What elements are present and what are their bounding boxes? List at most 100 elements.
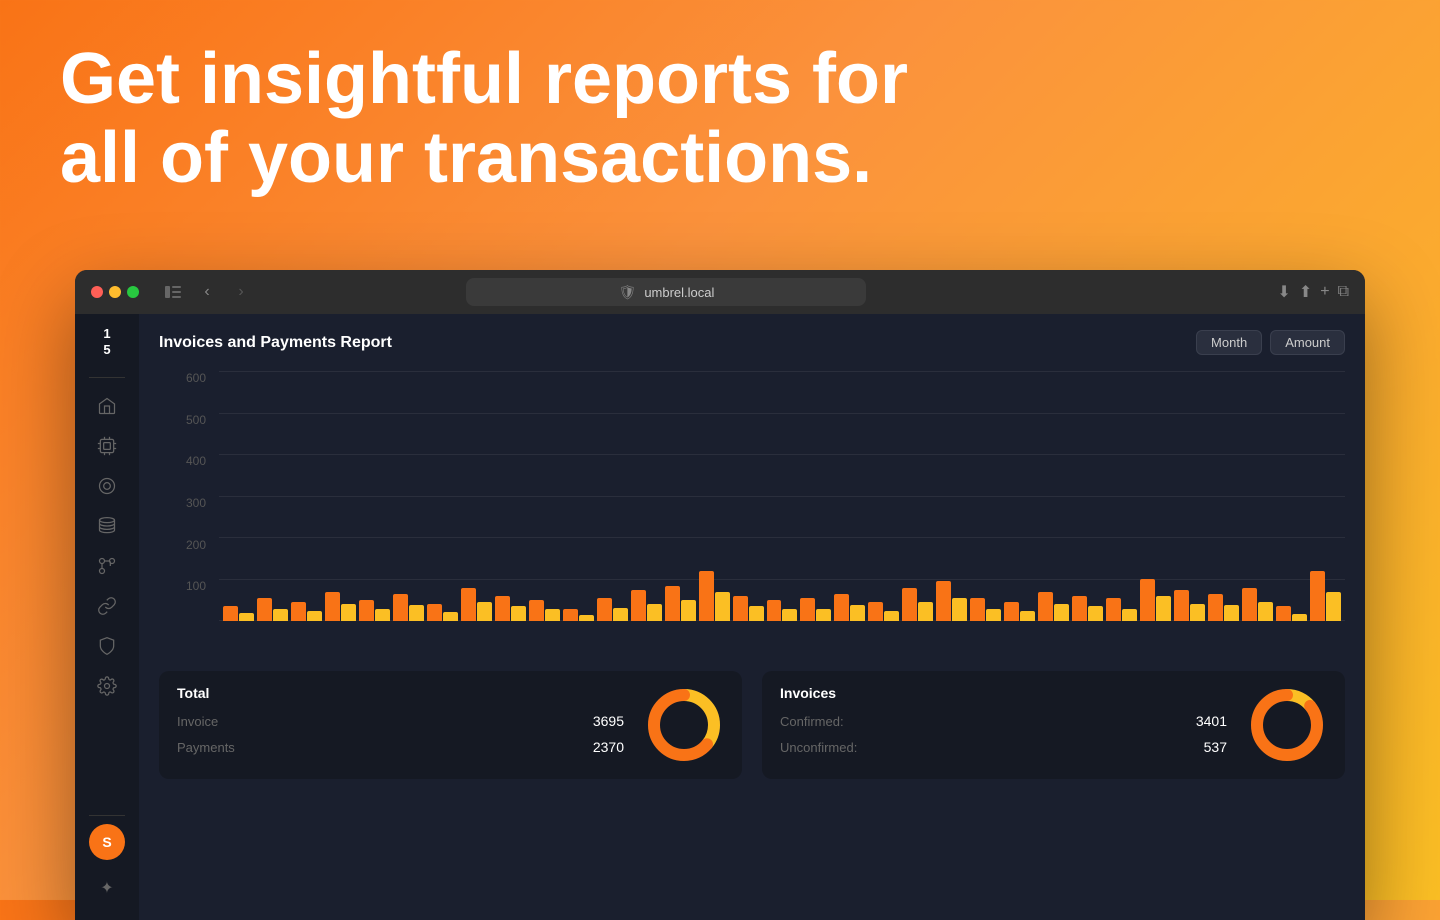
unconfirmed-value: 537 bbox=[1204, 739, 1227, 755]
bar-yellow bbox=[1326, 592, 1341, 621]
sidebar-item-git[interactable] bbox=[89, 548, 125, 584]
chart-area: 600 500 400 300 200 100 bbox=[159, 371, 1345, 651]
sidebar-avatar[interactable]: S bbox=[89, 824, 125, 860]
bar-yellow bbox=[273, 609, 288, 622]
bar-orange bbox=[1242, 588, 1257, 621]
bar-group bbox=[1276, 371, 1307, 621]
bar-group bbox=[699, 371, 730, 621]
bar-yellow bbox=[681, 600, 696, 621]
invoices-rows: Invoices Confirmed: 3401 Unconfirmed: 53… bbox=[780, 685, 1227, 765]
bar-yellow bbox=[1156, 596, 1171, 621]
share-icon[interactable]: ⬆ bbox=[1299, 282, 1312, 302]
bar-group bbox=[495, 371, 526, 621]
address-bar[interactable]: 🛡 umbrel.local bbox=[466, 278, 866, 306]
bar-yellow bbox=[477, 602, 492, 621]
invoices-panel: Invoices Confirmed: 3401 Unconfirmed: 53… bbox=[762, 671, 1345, 779]
bar-group bbox=[767, 371, 798, 621]
bar-orange bbox=[1310, 571, 1325, 621]
close-button[interactable] bbox=[91, 286, 103, 298]
bar-yellow bbox=[443, 612, 458, 621]
bar-yellow bbox=[952, 598, 967, 621]
bar-group bbox=[834, 371, 865, 621]
sidebar-star-icon[interactable]: ✦ bbox=[89, 870, 125, 906]
url-text: umbrel.local bbox=[644, 285, 714, 300]
sidebar-item-link[interactable] bbox=[89, 588, 125, 624]
maximize-button[interactable] bbox=[127, 286, 139, 298]
bar-orange bbox=[936, 581, 951, 621]
minimize-button[interactable] bbox=[109, 286, 121, 298]
bar-yellow bbox=[511, 606, 526, 621]
sidebar-divider-bottom bbox=[89, 815, 125, 816]
bar-yellow bbox=[613, 608, 628, 621]
bar-group bbox=[1208, 371, 1239, 621]
bar-yellow bbox=[1258, 602, 1273, 621]
confirmed-row: Confirmed: 3401 bbox=[780, 713, 1227, 729]
bar-group bbox=[733, 371, 764, 621]
bar-orange bbox=[223, 606, 238, 621]
y-label-100: 100 bbox=[159, 579, 214, 593]
confirmed-label: Confirmed: bbox=[780, 714, 844, 729]
browser-chrome: ‹ › 🛡 umbrel.local ⬇ ⬆ + ⧉ bbox=[75, 270, 1365, 314]
sidebar-item-home[interactable] bbox=[89, 388, 125, 424]
browser-actions: ⬇ ⬆ + ⧉ bbox=[1277, 282, 1349, 302]
sidebar-item-database[interactable] bbox=[89, 508, 125, 544]
hero-section: Get insightful reports for all of your t… bbox=[60, 40, 1380, 198]
sidebar-item-circle[interactable] bbox=[89, 468, 125, 504]
forward-button[interactable]: › bbox=[227, 278, 255, 306]
back-button[interactable]: ‹ bbox=[193, 278, 221, 306]
y-label-200: 200 bbox=[159, 538, 214, 552]
bar-group bbox=[291, 371, 322, 621]
sidebar: 15 bbox=[75, 314, 139, 920]
unconfirmed-row: Unconfirmed: 537 bbox=[780, 739, 1227, 755]
bar-orange bbox=[902, 588, 917, 621]
bar-group bbox=[1174, 371, 1205, 621]
sidebar-item-settings[interactable] bbox=[89, 668, 125, 704]
bar-yellow bbox=[1088, 606, 1103, 621]
tabs-icon[interactable]: ⧉ bbox=[1338, 283, 1349, 301]
bar-group bbox=[1038, 371, 1069, 621]
bar-orange bbox=[1072, 596, 1087, 621]
bar-yellow bbox=[715, 592, 730, 621]
download-icon[interactable]: ⬇ bbox=[1277, 282, 1290, 302]
unconfirmed-label: Unconfirmed: bbox=[780, 740, 857, 755]
chart-y-labels: 600 500 400 300 200 100 bbox=[159, 371, 214, 621]
bar-orange bbox=[529, 600, 544, 621]
bar-yellow bbox=[1054, 604, 1069, 621]
bar-yellow bbox=[1224, 605, 1239, 621]
total-donut bbox=[644, 685, 724, 765]
bar-yellow bbox=[545, 609, 560, 621]
bar-group bbox=[1310, 371, 1341, 621]
month-button[interactable]: Month bbox=[1196, 330, 1262, 355]
invoices-panel-inner: Invoices Confirmed: 3401 Unconfirmed: 53… bbox=[780, 685, 1327, 765]
sidebar-toggle-icon[interactable] bbox=[159, 278, 187, 306]
y-label-500: 500 bbox=[159, 413, 214, 427]
new-tab-icon[interactable]: + bbox=[1320, 283, 1329, 301]
sidebar-item-shield[interactable] bbox=[89, 628, 125, 664]
bar-orange bbox=[1208, 594, 1223, 621]
browser-window: ‹ › 🛡 umbrel.local ⬇ ⬆ + ⧉ 15 bbox=[75, 270, 1365, 920]
bar-orange bbox=[257, 598, 272, 621]
bar-yellow bbox=[1292, 614, 1307, 622]
bar-orange bbox=[970, 598, 985, 621]
total-panel-inner: Total Invoice 3695 Payments 2370 bbox=[177, 685, 724, 765]
bar-group bbox=[1106, 371, 1137, 621]
bar-orange bbox=[359, 600, 374, 621]
bar-group bbox=[1242, 371, 1273, 621]
bar-orange bbox=[325, 592, 340, 621]
sidebar-item-cpu[interactable] bbox=[89, 428, 125, 464]
bar-group bbox=[1072, 371, 1103, 621]
total-rows: Total Invoice 3695 Payments 2370 bbox=[177, 685, 624, 765]
bar-yellow bbox=[307, 611, 322, 621]
y-label-600: 600 bbox=[159, 371, 214, 385]
payments-value: 2370 bbox=[593, 739, 624, 755]
bar-group bbox=[563, 371, 594, 621]
report-title: Invoices and Payments Report bbox=[159, 334, 392, 352]
sidebar-divider-top bbox=[89, 377, 125, 378]
app-layout: 15 bbox=[75, 314, 1365, 920]
invoice-value: 3695 bbox=[593, 713, 624, 729]
invoices-donut bbox=[1247, 685, 1327, 765]
bar-group bbox=[359, 371, 390, 621]
bar-group bbox=[393, 371, 424, 621]
bar-orange bbox=[699, 571, 714, 621]
amount-button[interactable]: Amount bbox=[1270, 330, 1345, 355]
